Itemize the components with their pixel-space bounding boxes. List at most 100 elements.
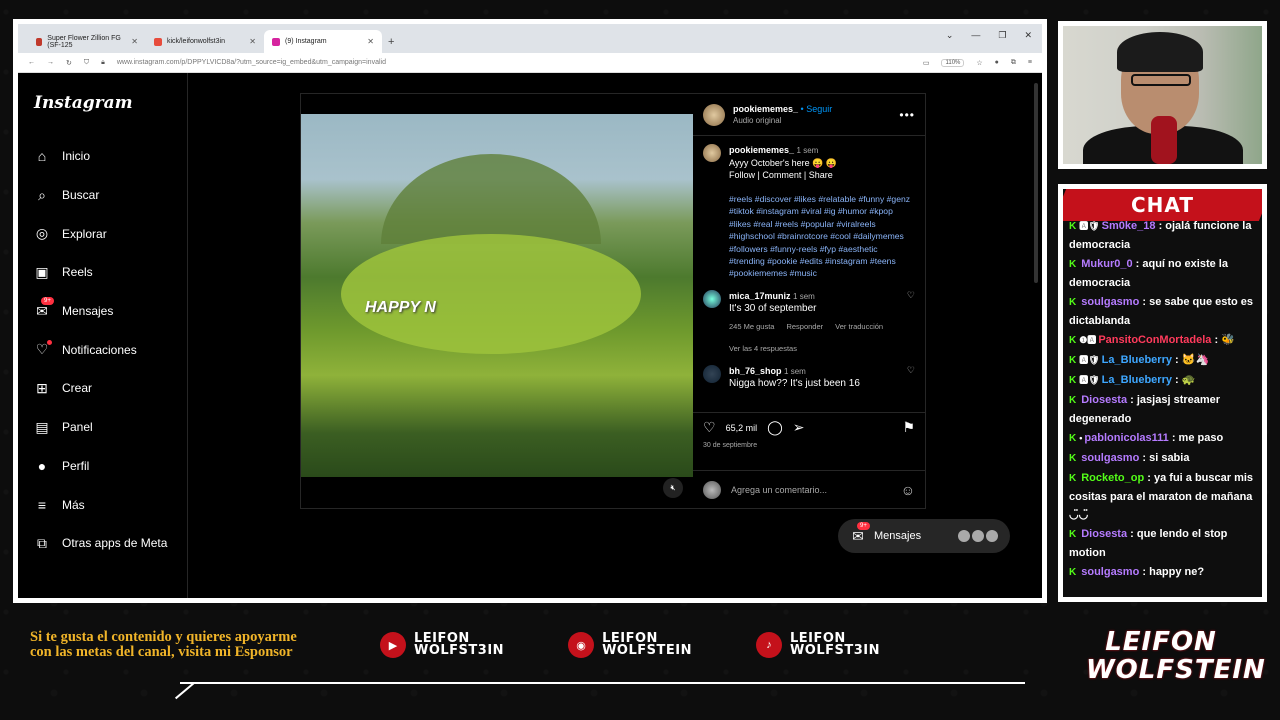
scrollbar[interactable]	[1034, 83, 1038, 283]
like-count[interactable]: 65,2 mil	[726, 423, 758, 433]
chat-message: K Diosesta : jasjasj streamer degenerado	[1069, 391, 1258, 428]
chat-username[interactable]: Diosesta	[1081, 394, 1127, 406]
new-tab-button[interactable]: +	[382, 30, 400, 53]
comment-user[interactable]: mica_17muniz	[729, 291, 791, 301]
emoji-icon[interactable]: ☺	[901, 482, 915, 498]
social-link-instagram[interactable]: ◉ LEIFON WOLFSTEIN	[568, 632, 692, 658]
browser-tab[interactable]: Super Flower Zillion FG (SF-125 ✕	[28, 30, 146, 53]
nav-item[interactable]: ≡ Más	[34, 485, 187, 524]
messenger-icon: ✉ 9+	[850, 522, 870, 544]
browser-tab-active[interactable]: (9) Instagram ✕	[264, 30, 382, 53]
screen-capture-frame: Super Flower Zillion FG (SF-125 ✕ kick/l…	[13, 19, 1047, 603]
bookmark-star-icon[interactable]: ☆	[976, 59, 982, 67]
reload-icon[interactable]: ↻	[66, 59, 72, 67]
share-icon[interactable]: ➢	[793, 419, 805, 436]
shield-icon[interactable]: ⛉	[84, 59, 89, 67]
chat-username[interactable]: Rocketo_op	[1081, 472, 1144, 484]
nav-label: Explorar	[62, 226, 107, 241]
nav-item[interactable]: ♡ Notificaciones	[34, 330, 187, 369]
instagram-page: Instagram ⌂ Inicio ⌕ Buscar ◎ Explorar ▣ Reels ✉…	[18, 73, 1042, 598]
close-icon[interactable]: ✕	[249, 37, 256, 46]
nav-item[interactable]: ⊞ Crear	[34, 369, 187, 408]
chat-username[interactable]: Diosesta	[1081, 528, 1127, 540]
close-window-button[interactable]: ✕	[1024, 30, 1032, 41]
chat-username[interactable]: PansitoConMortadela	[1098, 334, 1211, 346]
reply-button[interactable]: Responder	[786, 321, 823, 333]
audio-label[interactable]: Audio original	[733, 115, 832, 126]
kick-icon: K	[1069, 529, 1077, 540]
chat-username[interactable]: soulgasmo	[1081, 452, 1139, 464]
chat-username[interactable]: Sm0ke_18	[1102, 220, 1156, 232]
restore-button[interactable]: ❐	[998, 30, 1006, 41]
author-name[interactable]: pookiememes_	[733, 104, 798, 114]
back-icon[interactable]: ←	[28, 59, 35, 66]
social-link-youtube[interactable]: ▶ LEIFON WOLFST3IN	[380, 632, 504, 658]
social-link-tiktok[interactable]: ♪ LEIFON WOLFST3IN	[755, 632, 880, 658]
video-mountain	[381, 154, 601, 244]
instagram-logo[interactable]: Instagram	[34, 93, 187, 113]
chevron-down-icon[interactable]: ⌄	[946, 30, 954, 41]
account-icon[interactable]: ●	[995, 59, 999, 66]
kick-icon: K	[1069, 335, 1077, 346]
zoom-level[interactable]: 110%	[941, 58, 965, 67]
nav-item[interactable]: ◎ Explorar	[34, 214, 187, 253]
nav-item[interactable]: ⌂ Inicio	[34, 137, 187, 176]
url-field[interactable]: www.instagram.com/p/DPPYLVICD8a/?utm_sou…	[117, 59, 386, 66]
chat-username[interactable]: pablonicolas111	[1084, 432, 1168, 444]
comment-user[interactable]: bh_76_shop	[729, 366, 782, 376]
avatar[interactable]	[703, 144, 721, 162]
nav-item[interactable]: ▤ Panel	[34, 408, 187, 447]
reader-icon[interactable]: ▭	[923, 59, 930, 67]
more-options-icon[interactable]: •••	[899, 108, 915, 122]
chat-messages: K 🅰🛡 Sm0ke_18 : ojalá funcione la democrac…	[1069, 217, 1258, 583]
chat-username[interactable]: Mukur0_0	[1081, 258, 1132, 270]
comment-input[interactable]: Agrega un comentario...	[731, 485, 827, 495]
social-links: ▶ LEIFON WOLFST3IN ◉ LEIFON WOLFSTEIN ♪ LEIFON W…	[380, 632, 880, 658]
chat-username[interactable]: soulgasmo	[1081, 566, 1139, 578]
nav-item[interactable]: ▣ Reels	[34, 253, 187, 292]
avatar[interactable]	[703, 289, 721, 308]
mute-icon[interactable]: 🔇︎	[663, 478, 683, 498]
comment-like-icon[interactable]: ♡	[907, 290, 915, 355]
forward-icon[interactable]: →	[47, 59, 54, 66]
comment-time: 1 sem	[784, 366, 806, 376]
comment-likes[interactable]: 245 Me gusta	[729, 321, 774, 333]
messages-badge: 9+	[857, 522, 870, 530]
caption-user[interactable]: pookiememes_	[729, 145, 794, 155]
nav-item[interactable]: ● Perfil	[34, 447, 187, 486]
like-heart-icon[interactable]: ♡	[703, 419, 716, 436]
follow-button[interactable]: • Seguir	[801, 104, 833, 114]
video-field	[341, 234, 641, 354]
nav-label: Crear	[62, 381, 93, 396]
browser-tab[interactable]: kick/leifonwolfst3in ✕	[146, 30, 264, 53]
meta-apps-icon: ⧉	[37, 534, 47, 551]
lock-icon[interactable]: 🔒︎	[101, 59, 105, 67]
chat-username[interactable]: soulgasmo	[1081, 296, 1139, 308]
comments-list: pookiememes_ 1 sem Ayyy October's here 😛…	[693, 138, 925, 410]
reel-video[interactable]: HAPPY N 🔇︎	[301, 94, 693, 508]
nav-item[interactable]: ⌕ Buscar	[34, 176, 187, 215]
extensions-icon[interactable]: ⧉	[1011, 59, 1016, 67]
minimize-button[interactable]: —	[971, 30, 980, 41]
nav-item[interactable]: ⧉ Otras apps de Meta	[34, 524, 187, 563]
save-bookmark-icon[interactable]: ⚑	[902, 419, 915, 436]
close-icon[interactable]: ✕	[367, 37, 374, 46]
view-replies-button[interactable]: Ver las 4 respuestas	[729, 343, 797, 355]
menu-icon[interactable]: ≡	[1028, 59, 1032, 66]
translate-button[interactable]: Ver traducción	[835, 321, 883, 333]
nav-item[interactable]: ✉ 9+ Mensajes	[34, 292, 187, 331]
menu-icon: ≡	[37, 496, 47, 513]
social-handle: LEIFON WOLFST3IN	[414, 632, 504, 657]
close-icon[interactable]: ✕	[131, 37, 138, 46]
comment-icon[interactable]: ◯	[767, 419, 783, 436]
caption-hashtags[interactable]: #reels #discover #likes #relatable #funn…	[729, 193, 915, 280]
avatar[interactable]	[703, 103, 725, 126]
comment-like-icon[interactable]: ♡	[907, 365, 915, 390]
chat-username[interactable]: La_Blueberry	[1102, 354, 1172, 366]
footer-divider	[180, 682, 1025, 684]
chat-text: : happy ne?	[1142, 566, 1205, 578]
chat-message: Ksoulgasmo : si sabia	[1069, 449, 1258, 468]
messages-pill[interactable]: ✉ 9+ Mensajes	[838, 519, 1010, 553]
chat-username[interactable]: La_Blueberry	[1102, 374, 1172, 386]
avatar[interactable]	[703, 364, 721, 383]
